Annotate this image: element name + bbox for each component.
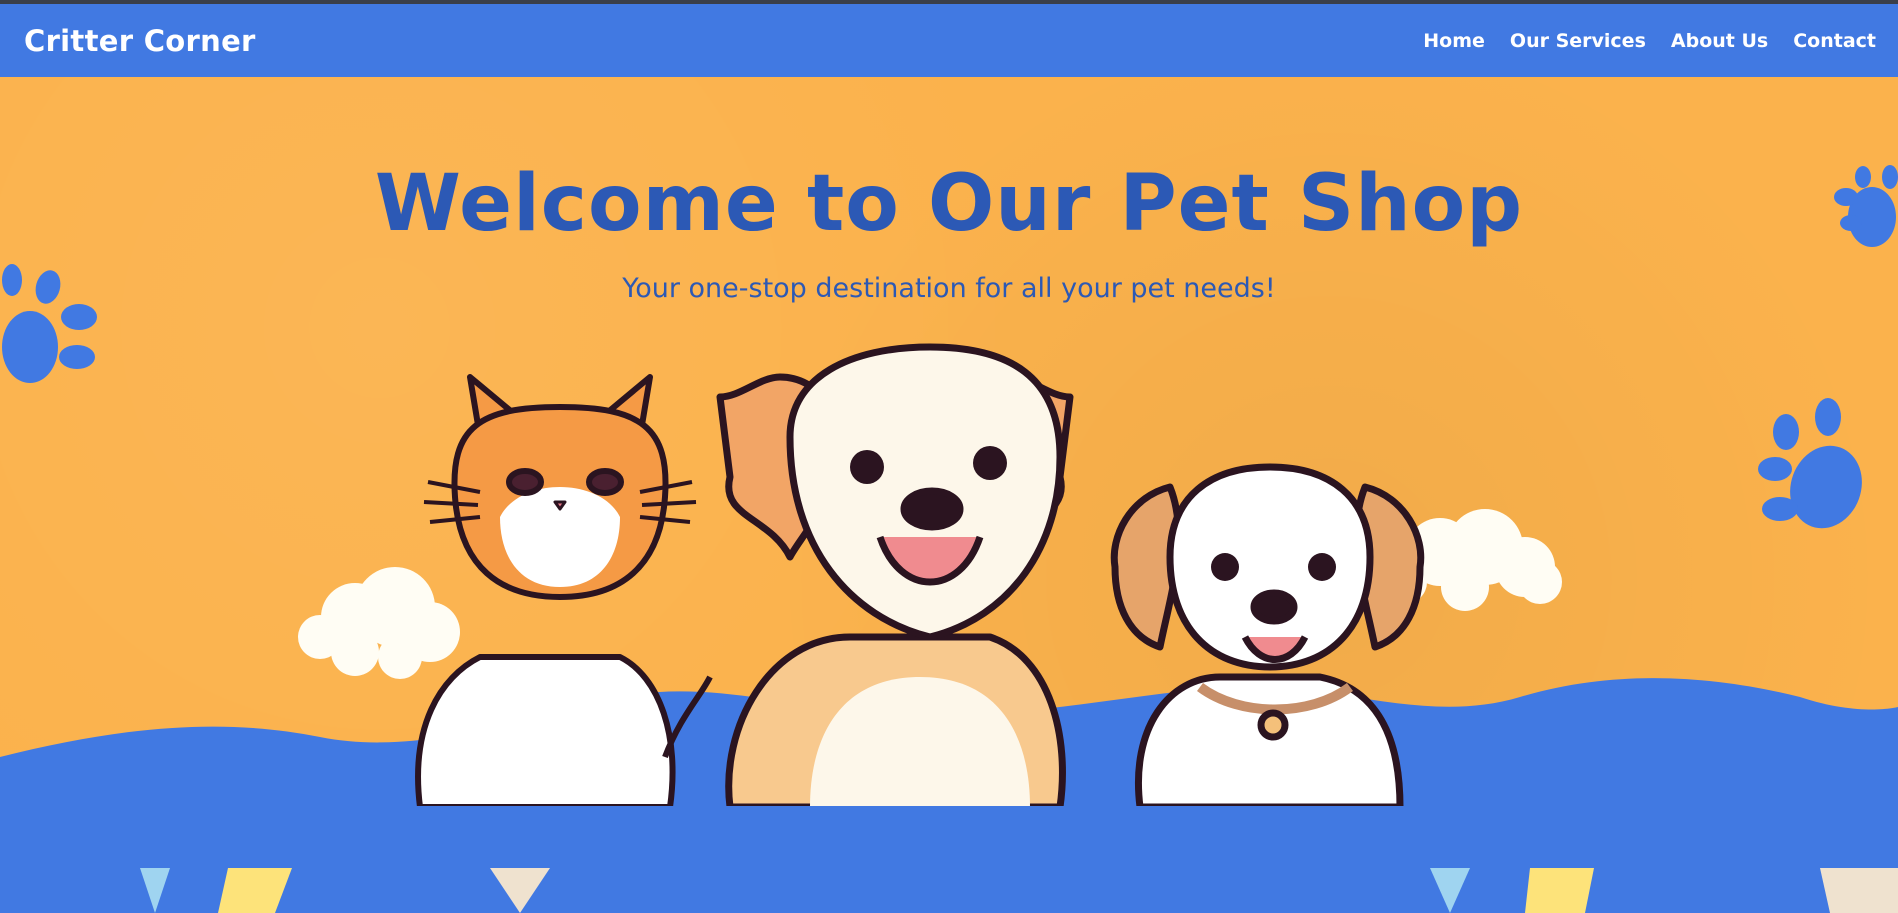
navbar: Critter Corner Home Our Services About U… [0, 4, 1898, 77]
puppy-illustration [1110, 463, 1425, 811]
paw-print-icon [1758, 398, 1862, 529]
nav-link-contact[interactable]: Contact [1793, 30, 1876, 52]
nav-link-our-services[interactable]: Our Services [1510, 30, 1646, 52]
cat-illustration [415, 374, 713, 810]
brand-logo[interactable]: Critter Corner [24, 24, 256, 58]
hero-bottom-bar [0, 806, 1898, 868]
nav-menu: Home Our Services About Us Contact [1398, 30, 1876, 52]
nav-link-about-us[interactable]: About Us [1671, 30, 1768, 52]
happy-dog-illustration [716, 343, 1074, 811]
hero-section: Welcome to Our Pet Shop Your one-stop de… [0, 77, 1898, 913]
cloud-icon [298, 567, 460, 679]
hero-title: Welcome to Our Pet Shop [374, 159, 1524, 249]
hero-subtitle: Your one-stop destination for all your p… [622, 273, 1276, 304]
nav-link-home[interactable]: Home [1423, 30, 1485, 52]
